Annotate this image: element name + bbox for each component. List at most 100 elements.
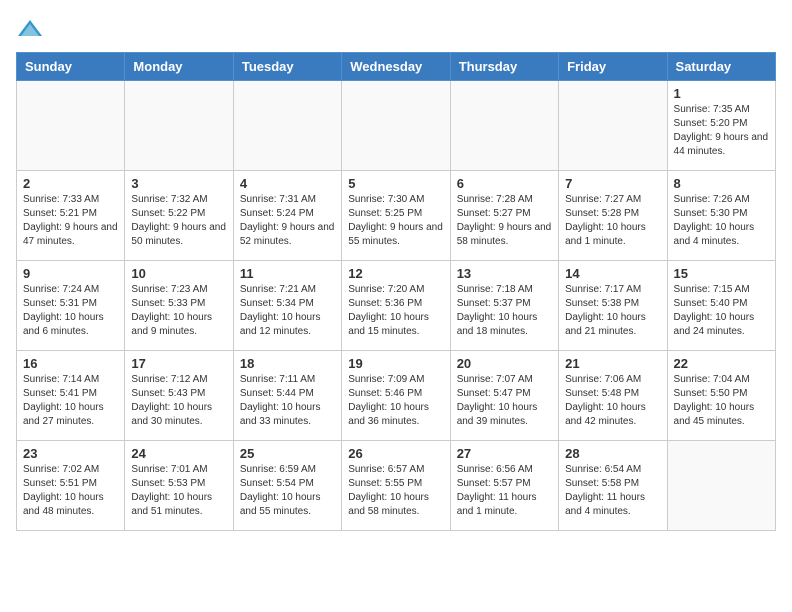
calendar-cell: 27 Sunrise: 6:56 AM Sunset: 5:57 PM Dayli… [450,441,558,531]
calendar-cell: 19Sunrise: 7:09 AM Sunset: 5:46 PM Dayli… [342,351,450,441]
day-info: Sunrise: 6:59 AM Sunset: 5:54 PM Dayligh… [240,463,335,519]
day-info: Sunrise: 7:32 AM Sunset: 5:22 PM Dayligh… [131,193,226,249]
calendar-cell: 2 Sunrise: 7:33 AM Sunset: 5:21 PM Daylig… [17,171,125,261]
calendar-cell: 22Sunrise: 7:04 AM Sunset: 5:50 PM Dayli… [667,351,775,441]
calendar-cell: 4Sunrise: 7:31 AM Sunset: 5:24 PM Daylig… [233,171,341,261]
calendar-cell: 12Sunrise: 7:20 AM Sunset: 5:36 PM Dayli… [342,261,450,351]
calendar-cell: 9 Sunrise: 7:24 AM Sunset: 5:31 PM Daylig… [17,261,125,351]
day-info: Sunrise: 7:35 AM Sunset: 5:20 PM Dayligh… [674,103,769,159]
day-info: Sunrise: 7:27 AM Sunset: 5:28 PM Dayligh… [565,193,660,249]
week-row-5: 23 Sunrise: 7:02 AM Sunset: 5:51 PM Dayli… [17,441,776,531]
page-header [16,16,776,44]
day-number: 24 [131,446,226,461]
day-info: Sunrise: 7:30 AM Sunset: 5:25 PM Dayligh… [348,193,443,249]
day-number: 26 [348,446,443,461]
day-info: Sunrise: 6:57 AM Sunset: 5:55 PM Dayligh… [348,463,443,519]
day-number: 28 [565,446,660,461]
calendar-cell: 6Sunrise: 7:28 AM Sunset: 5:27 PM Daylig… [450,171,558,261]
day-number: 2 [23,176,118,191]
calendar-cell: 23 Sunrise: 7:02 AM Sunset: 5:51 PM Dayli… [17,441,125,531]
calendar-cell [125,81,233,171]
day-number: 1 [674,86,769,101]
day-info: Sunrise: 7:02 AM Sunset: 5:51 PM Dayligh… [23,463,118,519]
column-header-wednesday: Wednesday [342,53,450,81]
calendar-table: SundayMondayTuesdayWednesdayThursdayFrid… [16,52,776,531]
calendar-cell: 11 Sunrise: 7:21 AM Sunset: 5:34 PM Dayli… [233,261,341,351]
calendar-cell: 17 Sunrise: 7:12 AM Sunset: 5:43 PM Dayli… [125,351,233,441]
day-number: 16 [23,356,118,371]
day-info: Sunrise: 7:24 AM Sunset: 5:31 PM Dayligh… [23,283,118,339]
day-number: 10 [131,266,226,281]
column-header-monday: Monday [125,53,233,81]
day-number: 15 [674,266,769,281]
logo [16,16,46,44]
column-header-thursday: Thursday [450,53,558,81]
calendar-cell: 20 Sunrise: 7:07 AM Sunset: 5:47 PM Dayli… [450,351,558,441]
column-header-friday: Friday [559,53,667,81]
day-number: 7 [565,176,660,191]
day-number: 20 [457,356,552,371]
calendar-cell: 18 Sunrise: 7:11 AM Sunset: 5:44 PM Dayli… [233,351,341,441]
day-info: Sunrise: 7:11 AM Sunset: 5:44 PM Dayligh… [240,373,335,429]
calendar-cell: 5 Sunrise: 7:30 AM Sunset: 5:25 PM Daylig… [342,171,450,261]
calendar-cell: 25 Sunrise: 6:59 AM Sunset: 5:54 PM Dayli… [233,441,341,531]
calendar-cell: 10 Sunrise: 7:23 AM Sunset: 5:33 PM Dayli… [125,261,233,351]
day-number: 27 [457,446,552,461]
calendar-cell [233,81,341,171]
week-row-3: 9 Sunrise: 7:24 AM Sunset: 5:31 PM Daylig… [17,261,776,351]
calendar-cell: 8 Sunrise: 7:26 AM Sunset: 5:30 PM Daylig… [667,171,775,261]
week-row-4: 16 Sunrise: 7:14 AM Sunset: 5:41 PM Dayli… [17,351,776,441]
calendar-cell: 14 Sunrise: 7:17 AM Sunset: 5:38 PM Dayli… [559,261,667,351]
day-number: 22 [674,356,769,371]
calendar-cell: 3 Sunrise: 7:32 AM Sunset: 5:22 PM Daylig… [125,171,233,261]
calendar-cell: 16 Sunrise: 7:14 AM Sunset: 5:41 PM Dayli… [17,351,125,441]
day-number: 12 [348,266,443,281]
calendar-cell: 28 Sunrise: 6:54 AM Sunset: 5:58 PM Dayli… [559,441,667,531]
calendar-cell [17,81,125,171]
calendar-cell: 21 Sunrise: 7:06 AM Sunset: 5:48 PM Dayli… [559,351,667,441]
column-header-sunday: Sunday [17,53,125,81]
day-number: 8 [674,176,769,191]
logo-icon [16,16,44,44]
calendar-cell: 15 Sunrise: 7:15 AM Sunset: 5:40 PM Dayli… [667,261,775,351]
column-header-saturday: Saturday [667,53,775,81]
day-number: 17 [131,356,226,371]
day-number: 18 [240,356,335,371]
day-info: Sunrise: 7:09 AM Sunset: 5:46 PM Dayligh… [348,373,443,429]
day-number: 6 [457,176,552,191]
day-info: Sunrise: 7:23 AM Sunset: 5:33 PM Dayligh… [131,283,226,339]
day-info: Sunrise: 7:21 AM Sunset: 5:34 PM Dayligh… [240,283,335,339]
day-info: Sunrise: 7:17 AM Sunset: 5:38 PM Dayligh… [565,283,660,339]
day-number: 23 [23,446,118,461]
day-number: 21 [565,356,660,371]
day-info: Sunrise: 7:15 AM Sunset: 5:40 PM Dayligh… [674,283,769,339]
day-info: Sunrise: 7:01 AM Sunset: 5:53 PM Dayligh… [131,463,226,519]
day-number: 5 [348,176,443,191]
day-number: 13 [457,266,552,281]
day-info: Sunrise: 7:12 AM Sunset: 5:43 PM Dayligh… [131,373,226,429]
day-info: Sunrise: 7:33 AM Sunset: 5:21 PM Dayligh… [23,193,118,249]
week-row-1: 1 Sunrise: 7:35 AM Sunset: 5:20 PM Daylig… [17,81,776,171]
day-info: Sunrise: 7:18 AM Sunset: 5:37 PM Dayligh… [457,283,552,339]
calendar-cell: 1 Sunrise: 7:35 AM Sunset: 5:20 PM Daylig… [667,81,775,171]
calendar-header-row: SundayMondayTuesdayWednesdayThursdayFrid… [17,53,776,81]
calendar-cell: 26 Sunrise: 6:57 AM Sunset: 5:55 PM Dayli… [342,441,450,531]
day-info: Sunrise: 7:14 AM Sunset: 5:41 PM Dayligh… [23,373,118,429]
calendar-cell [559,81,667,171]
day-number: 11 [240,266,335,281]
day-number: 25 [240,446,335,461]
week-row-2: 2 Sunrise: 7:33 AM Sunset: 5:21 PM Daylig… [17,171,776,261]
day-info: Sunrise: 6:54 AM Sunset: 5:58 PM Dayligh… [565,463,660,519]
calendar-cell [342,81,450,171]
day-info: Sunrise: 6:56 AM Sunset: 5:57 PM Dayligh… [457,463,552,519]
day-info: Sunrise: 7:06 AM Sunset: 5:48 PM Dayligh… [565,373,660,429]
calendar-cell: 24 Sunrise: 7:01 AM Sunset: 5:53 PM Dayli… [125,441,233,531]
calendar-cell: 7 Sunrise: 7:27 AM Sunset: 5:28 PM Daylig… [559,171,667,261]
calendar-cell: 13 Sunrise: 7:18 AM Sunset: 5:37 PM Dayli… [450,261,558,351]
day-number: 14 [565,266,660,281]
day-number: 4 [240,176,335,191]
day-info: Sunrise: 7:07 AM Sunset: 5:47 PM Dayligh… [457,373,552,429]
day-number: 3 [131,176,226,191]
day-info: Sunrise: 7:26 AM Sunset: 5:30 PM Dayligh… [674,193,769,249]
day-number: 9 [23,266,118,281]
